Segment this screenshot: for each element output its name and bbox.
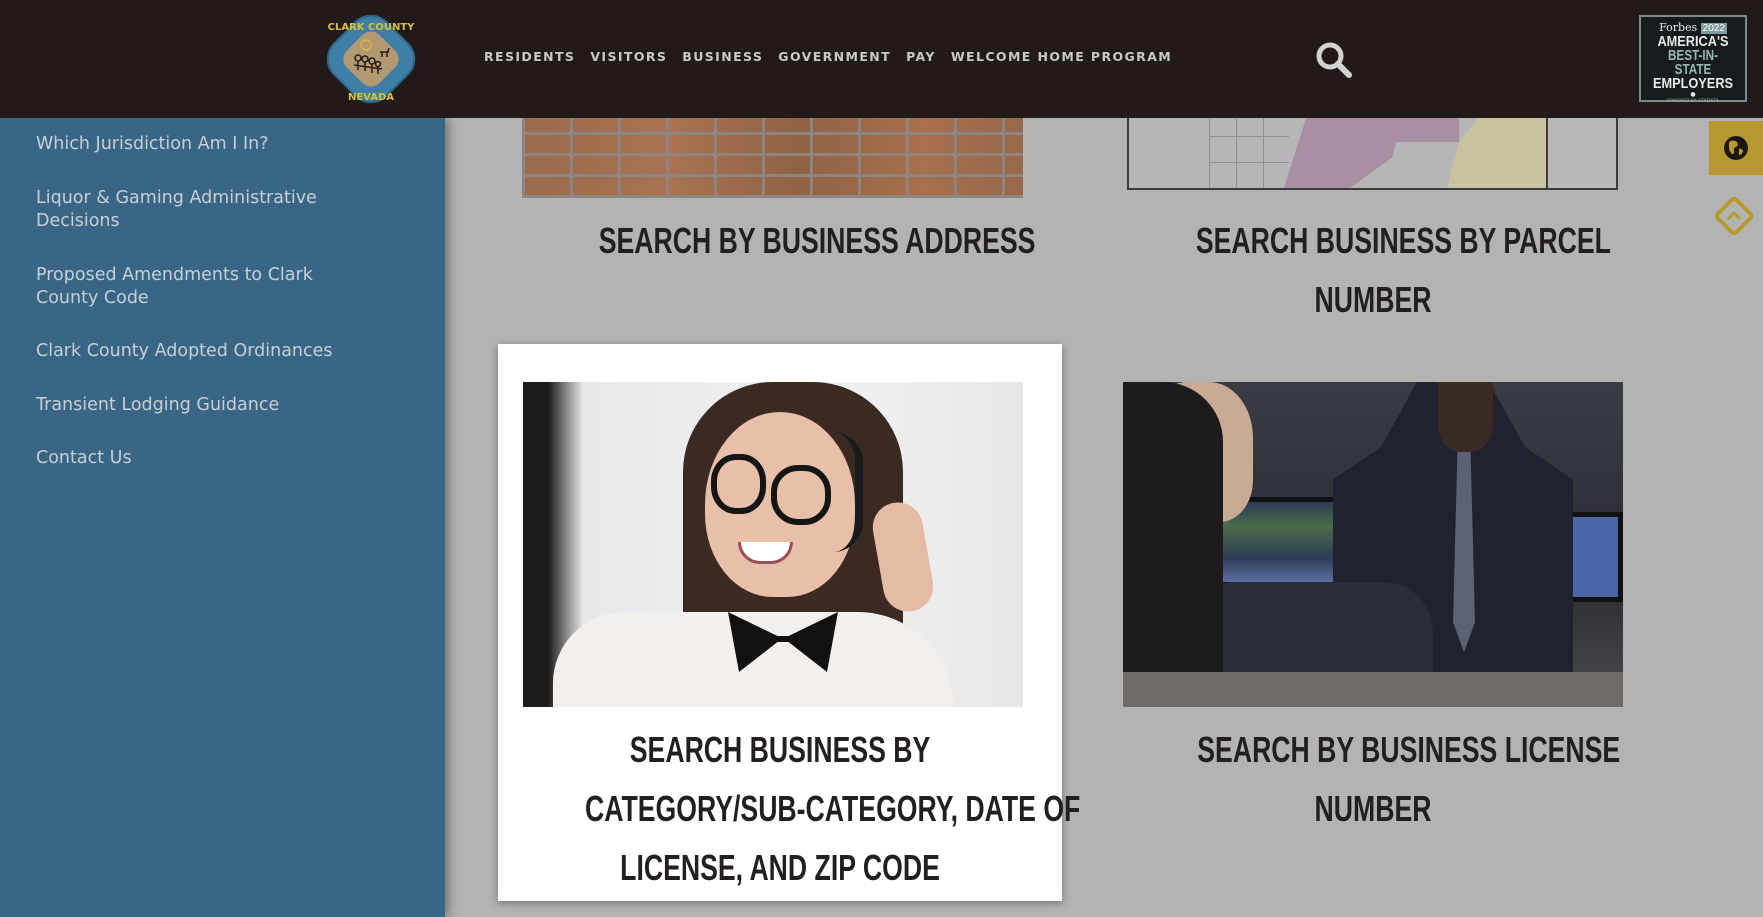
sidebar-item-proposed-amendments[interactable]: Proposed Amendments to Clark County Code [36,264,313,310]
search-icon [1316,42,1352,78]
tile-title-line: NUMBER [1314,788,1432,829]
nav-government[interactable]: GOVERNMENT [778,49,891,64]
sidebar-item-label: Decisions [36,211,120,231]
tile-title-line: SEARCH BY BUSINESS ADDRESS [598,220,1036,261]
translate-globe-button[interactable] [1709,121,1763,175]
badge-powered-by: POWERED BY STATISTA [1667,98,1719,103]
tile-title-parcel-number[interactable]: SEARCH BUSINESS BY PARCEL NUMBER [1123,211,1623,329]
sidebar-item-label: Clark County Adopted Ordinances [36,341,333,361]
logo-text-bottom: NEVADA [348,92,394,103]
nav-business[interactable]: BUSINESS [682,49,763,64]
tile-title-business-address[interactable]: SEARCH BY BUSINESS ADDRESS [522,211,1036,270]
map-region [1284,112,1404,188]
sidebar-item-label: Transient Lodging Guidance [36,395,280,415]
sidebar-item-label: Liquor & Gaming Administrative [36,188,317,208]
sidebar-item-contact-us[interactable]: Contact Us [36,447,132,470]
page: CLARK COUNTY NEVADA RESIDENTS VISITORS B… [0,0,1763,917]
sidebar-item-label: Contact Us [36,448,132,468]
back-to-top-button[interactable] [1712,194,1756,238]
badge-line-3: EMPLOYERS [1652,75,1734,92]
tile-title-category[interactable]: SEARCH BUSINESS BY CATEGORY/SUB-CATEGORY… [498,720,1080,897]
nav-residents[interactable]: RESIDENTS [484,49,575,64]
parcel-map-image[interactable] [1127,112,1618,190]
nav-welcome-home-program[interactable]: WELCOME HOME PROGRAM [951,49,1172,64]
globe-icon [1724,136,1748,160]
badge-line-2: BEST-IN-STATE [1667,47,1719,78]
photo-detail [771,465,831,525]
sidebar-item-label: County Code [36,288,149,308]
photo-detail [1123,672,1623,707]
tile-title-line: NUMBER [1314,279,1432,320]
tile-title-line: CATEGORY/SUB-CATEGORY, DATE OF [585,788,1081,829]
search-button[interactable] [1312,38,1356,82]
main-nav: RESIDENTS VISITORS BUSINESS GOVERNMENT P… [484,49,1187,64]
photo-detail [711,454,766,514]
business-meeting-image[interactable] [1123,382,1623,707]
map-grid [1209,112,1289,188]
sidebar: Which Jurisdiction Am I In? Liquor & Gam… [0,118,445,917]
tile-title-line: SEARCH BY BUSINESS LICENSE [1197,729,1621,770]
photo-detail [833,432,863,552]
site-header: CLARK COUNTY NEVADA RESIDENTS VISITORS B… [0,0,1763,118]
sidebar-item-transient-lodging[interactable]: Transient Lodging Guidance [36,394,279,417]
sidebar-item-liquor-gaming-decisions[interactable]: Liquor & Gaming Administrative Decisions [36,187,317,233]
woman-with-headset-image[interactable] [523,382,1023,707]
chevron-up-diamond-icon [1714,196,1754,236]
sidebar-item-label: Which Jurisdiction Am I In? [36,134,269,154]
tile-title-line: LICENSE, AND ZIP CODE [620,847,940,888]
tile-title-business-license[interactable]: SEARCH BY BUSINESS LICENSE NUMBER [1123,720,1623,838]
tile-title-line: SEARCH BUSINESS BY [629,729,931,770]
map-legend [1546,112,1616,188]
brick-wall-image[interactable] [522,112,1023,198]
logo-text-top: CLARK COUNTY [328,22,416,33]
tile-title-line: SEARCH BUSINESS BY PARCEL [1195,220,1611,261]
sidebar-item-label: Proposed Amendments to Clark [36,265,313,285]
clark-county-logo[interactable]: CLARK COUNTY NEVADA [318,8,424,112]
photo-detail [1123,382,1223,707]
sidebar-item-which-jurisdiction[interactable]: Which Jurisdiction Am I In? [36,133,268,156]
nav-pay[interactable]: PAY [906,49,936,64]
nav-visitors[interactable]: VISITORS [590,49,667,64]
forbes-employer-badge[interactable]: Forbes 2022 AMERICA'S BEST-IN-STATE EMPL… [1639,15,1747,103]
sidebar-item-adopted-ordinances[interactable]: Clark County Adopted Ordinances [36,340,333,363]
badge-dot: ● [1690,91,1696,98]
photo-detail [1438,382,1493,452]
